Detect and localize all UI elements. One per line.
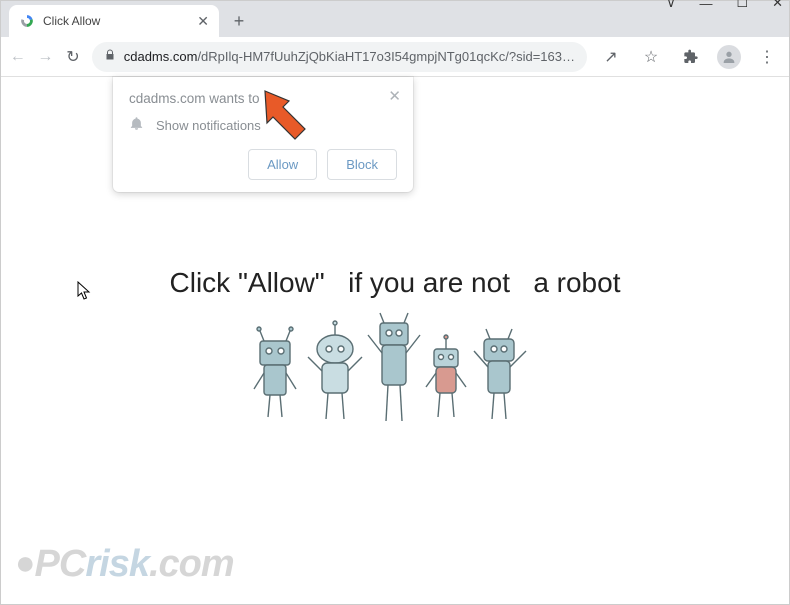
- main-message-part1: Click "Allow": [170, 267, 325, 298]
- allow-button[interactable]: Allow: [248, 149, 317, 180]
- main-message-part2: if you are not: [348, 267, 510, 298]
- pointer-arrow-icon: [259, 85, 319, 141]
- window-minimize-button[interactable]: —: [699, 0, 712, 11]
- browser-tab[interactable]: Click Allow ✕: [9, 5, 219, 37]
- extensions-icon[interactable]: [677, 43, 705, 71]
- forward-button[interactable]: →: [37, 43, 55, 71]
- watermark-pc: PC: [35, 543, 86, 585]
- kebab-menu-icon[interactable]: ⋮: [753, 43, 781, 71]
- recaptcha-icon: [19, 13, 35, 29]
- window-maximize-button[interactable]: ☐: [736, 0, 748, 11]
- bookmark-star-icon[interactable]: ☆: [637, 43, 665, 71]
- mouse-cursor-icon: [77, 281, 91, 301]
- main-message: Click "Allow" if you are not a robot: [1, 267, 789, 299]
- url-host: cdadms.com: [124, 49, 198, 64]
- back-button[interactable]: ←: [9, 43, 27, 71]
- page-content: ✕ cdadms.com wants to Show notifications…: [1, 77, 789, 594]
- lock-icon: [104, 49, 116, 64]
- popup-close-icon[interactable]: ✕: [388, 87, 401, 105]
- watermark: ●PCrisk.com: [15, 543, 234, 586]
- watermark-tld: .com: [149, 543, 234, 585]
- address-bar[interactable]: cdadms.com/dRpIlq-HM7fUuhZjQbKiaHT17o3I5…: [92, 42, 587, 72]
- profile-avatar[interactable]: [717, 45, 741, 69]
- main-message-part3: a robot: [533, 267, 620, 298]
- popup-option-label: Show notifications: [156, 118, 261, 133]
- watermark-risk: risk: [85, 543, 149, 585]
- share-icon[interactable]: ↗: [597, 43, 625, 71]
- block-button[interactable]: Block: [327, 149, 397, 180]
- window-close-button[interactable]: ✕: [772, 0, 783, 11]
- tab-title: Click Allow: [43, 14, 189, 28]
- url-text: cdadms.com/dRpIlq-HM7fUuhZjQbKiaHT17o3I5…: [124, 49, 575, 64]
- reload-button[interactable]: ↻: [64, 43, 82, 71]
- robots-illustration: [250, 305, 540, 435]
- tab-search-icon[interactable]: ∨: [667, 0, 676, 10]
- bell-icon: [129, 116, 144, 135]
- new-tab-button[interactable]: +: [225, 7, 253, 35]
- url-path: /dRpIlq-HM7fUuhZjQbKiaHT17o3I54gmpjNTg01…: [197, 49, 575, 64]
- tab-close-icon[interactable]: ✕: [197, 13, 209, 30]
- browser-toolbar: ← → ↻ cdadms.com/dRpIlq-HM7fUuhZjQbKiaHT…: [1, 37, 789, 77]
- tab-strip: Click Allow ✕ + ∨ — ☐ ✕: [1, 1, 789, 37]
